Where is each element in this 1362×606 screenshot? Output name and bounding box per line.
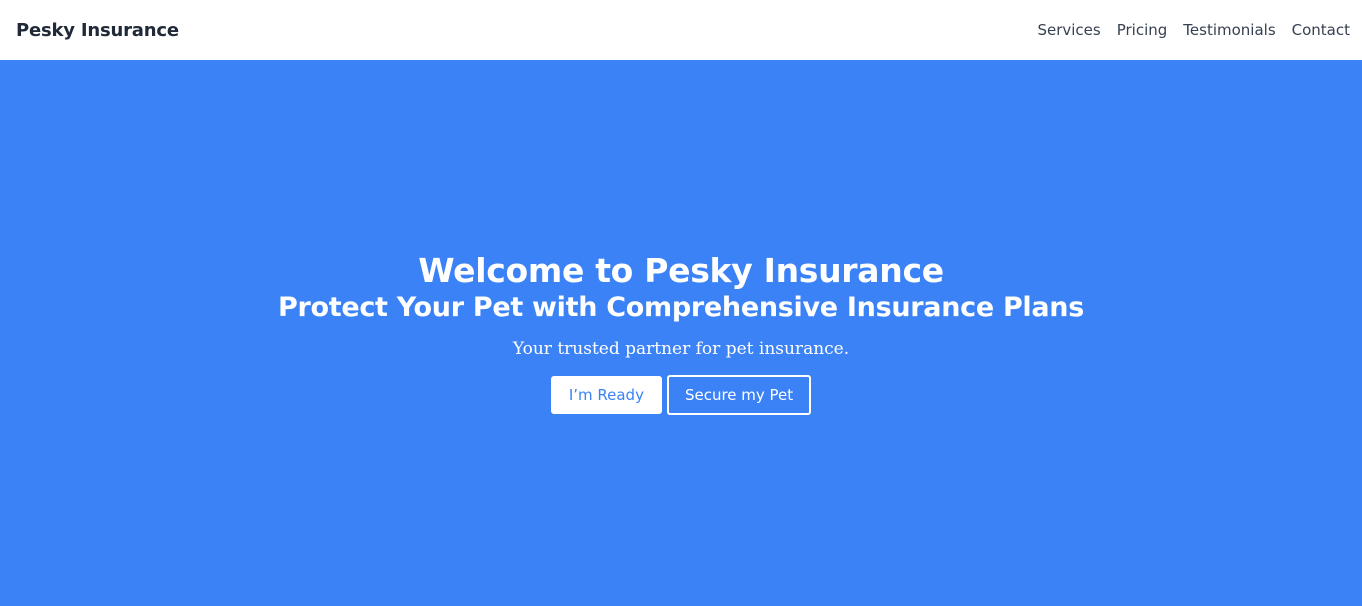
nav-link-contact[interactable]: Contact bbox=[1292, 21, 1350, 39]
im-ready-button[interactable]: I’m Ready bbox=[550, 376, 662, 415]
nav-link-testimonials[interactable]: Testimonials bbox=[1183, 21, 1275, 39]
hero-buttons: I’m Ready Secure my Pet bbox=[550, 375, 812, 416]
nav-link-services[interactable]: Services bbox=[1037, 21, 1100, 39]
navbar: Pesky Insurance Services Pricing Testimo… bbox=[0, 0, 1362, 60]
secure-my-pet-button[interactable]: Secure my Pet bbox=[666, 375, 812, 416]
nav-link-pricing[interactable]: Pricing bbox=[1117, 21, 1168, 39]
hero-subtitle: Protect Your Pet with Comprehensive Insu… bbox=[277, 292, 1084, 324]
hero-title: Welcome to Pesky Insurance bbox=[418, 250, 944, 290]
brand-logo-link[interactable]: Pesky Insurance bbox=[16, 20, 179, 41]
hero-section: Welcome to Pesky Insurance Protect Your … bbox=[0, 60, 1362, 606]
nav-links: Services Pricing Testimonials Contact bbox=[1037, 21, 1350, 39]
hero-tagline: Your trusted partner for pet insurance. bbox=[512, 339, 850, 360]
